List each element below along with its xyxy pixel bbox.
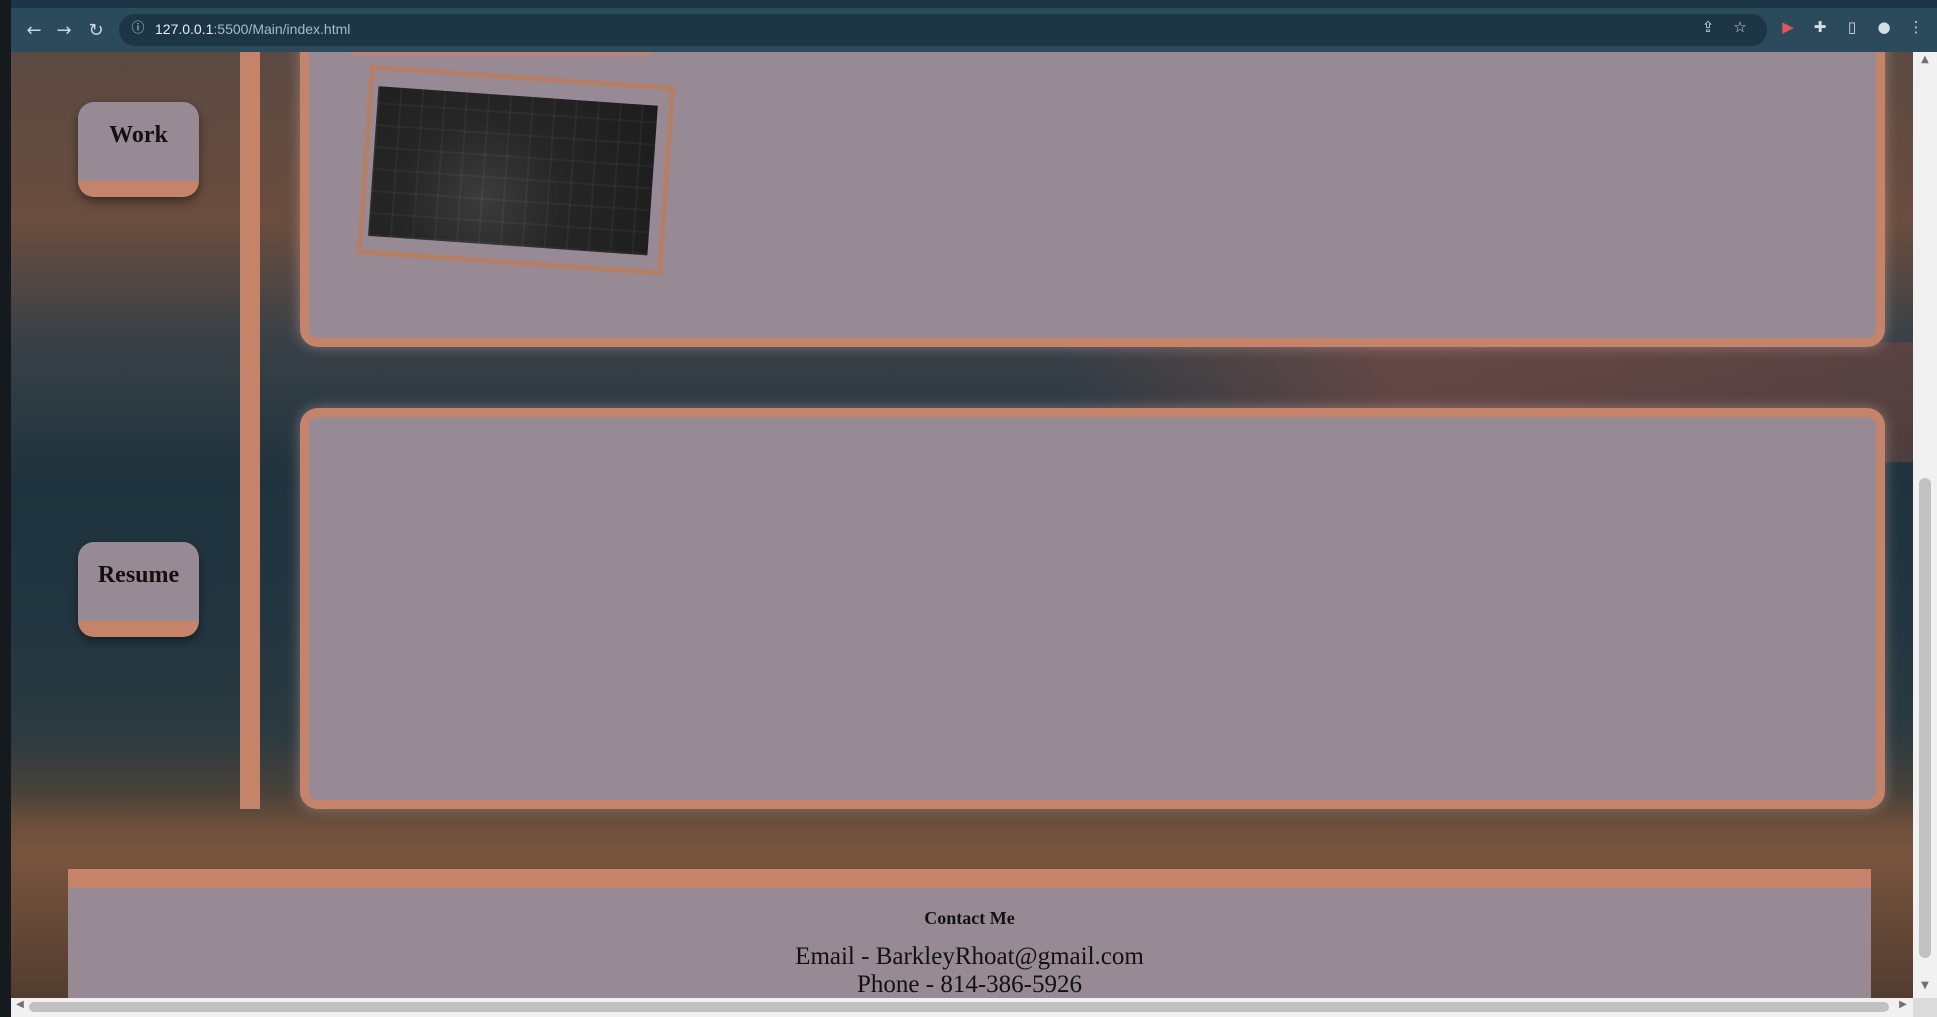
vertical-scroll-thumb[interactable] [1919,478,1931,958]
vertical-scrollbar[interactable]: ▲ ▼ [1913,52,1937,998]
work-button[interactable]: Work [78,102,199,197]
horizontal-scrollbar[interactable]: ◀ ▶ [11,998,1913,1017]
browser-toolbar: ← → ↻ ⓘ 127.0.0.1:5500/Main/index.html ⇪… [11,0,1937,52]
url-host: 127.0.0.1 [155,21,214,37]
scrollbar-corner [1913,998,1937,1017]
scroll-up-icon[interactable]: ▲ [1913,54,1937,70]
contact-phone: Phone - 814-386-5926 [857,971,1082,998]
site-info-icon[interactable]: ⓘ [129,20,147,38]
puzzle-icon[interactable]: ✚ [1809,16,1831,38]
vertical-divider [240,52,260,809]
scroll-right-icon[interactable]: ▶ [1895,999,1911,1015]
editor-side-strip [0,0,11,1017]
resume-button-label: Resume [97,562,180,588]
extension-icon[interactable]: ▶ [1777,16,1799,38]
work-button-label: Work [109,122,168,148]
resume-button[interactable]: Resume [78,542,199,637]
address-bar[interactable]: ⓘ 127.0.0.1:5500/Main/index.html [119,14,1767,46]
contact-footer: Contact Me Email - BarkleyRhoat@gmail.co… [68,869,1871,998]
contact-email[interactable]: Email - BarkleyRhoat@gmail.com [68,943,1871,971]
scroll-left-icon[interactable]: ◀ [12,999,28,1015]
project-thumbnail-image[interactable] [368,86,658,256]
project-card [300,52,1885,347]
url-text[interactable]: 127.0.0.1:5500/Main/index.html [155,21,350,37]
reload-icon[interactable]: ↻ [83,18,109,44]
profile-icon[interactable]: ● [1873,16,1895,38]
scroll-down-icon[interactable]: ▼ [1913,980,1937,996]
url-path: :5500/Main/index.html [213,21,351,37]
back-icon[interactable]: ← [21,18,47,44]
share-icon[interactable]: ⇪ [1697,16,1719,38]
star-icon[interactable]: ☆ [1729,16,1751,38]
horizontal-scroll-thumb[interactable] [29,1002,1889,1012]
menu-icon[interactable]: ⋮ [1905,16,1927,38]
contact-heading: Contact Me [924,908,1015,928]
page-viewport: Work Resume Contact Me Email - BarkleyRh… [11,52,1913,998]
side-panel-icon[interactable]: ▯ [1841,16,1863,38]
card-top-accent [351,52,651,55]
empty-card [300,408,1885,809]
project-thumbnail-frame[interactable] [356,64,676,276]
forward-icon[interactable]: → [51,18,77,44]
